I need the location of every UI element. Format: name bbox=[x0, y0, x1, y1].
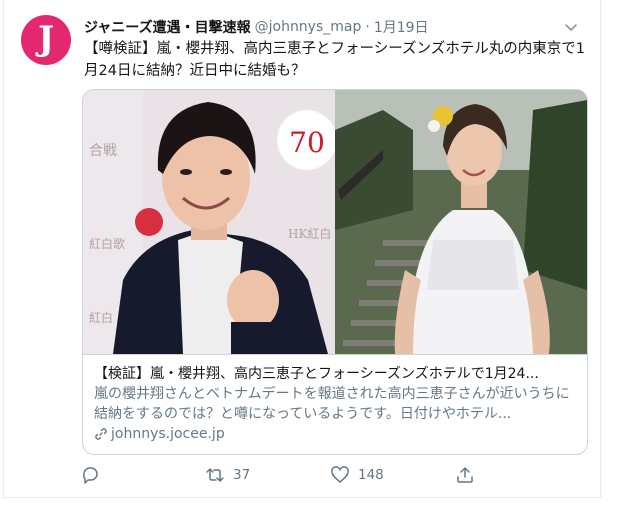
share-button[interactable] bbox=[455, 465, 580, 485]
card-image[interactable]: 70 合戦 紅白歌 紅白 HK紅白 bbox=[83, 90, 587, 354]
card-link-text: johnnys.jocee.jp bbox=[111, 426, 225, 442]
share-icon bbox=[457, 467, 473, 483]
card-body[interactable]: 【検証】嵐・櫻井翔、高内三恵子とフォーシーズンズホテルで1月24... 嵐の櫻井… bbox=[83, 354, 587, 454]
backdrop-text-4: HK紅白 bbox=[288, 226, 331, 241]
avatar[interactable]: J bbox=[21, 15, 71, 65]
separator-dot: · bbox=[365, 19, 370, 35]
tweet-header: ジャニーズ遭遇・目撃速報 @johnnys_map · 1月19日 bbox=[84, 16, 580, 38]
author-handle[interactable]: @johnnys_map bbox=[255, 19, 362, 35]
tweet[interactable]: J ジャニーズ遭遇・目撃速報 @johnnys_map · 1月19日 【噂検証… bbox=[3, 0, 601, 498]
link-icon bbox=[95, 428, 107, 440]
link-card[interactable]: 70 合戦 紅白歌 紅白 HK紅白 【検証】嵐・櫻井翔、高内三恵子とフォーシーズ… bbox=[82, 89, 588, 455]
badge-number: 70 bbox=[289, 126, 325, 159]
action-bar: 37 148 bbox=[80, 464, 580, 486]
card-description: 嵐の櫻井翔さんとベトナムデートを報道された高内三恵子さんが近いうちに結納をするの… bbox=[94, 386, 570, 422]
retweet-button[interactable]: 37 bbox=[205, 465, 330, 485]
tweet-text: 【噂検証】嵐・櫻井翔、高内三恵子とフォーシーズンズホテル丸の内東京で1月24日に… bbox=[84, 41, 585, 79]
like-button[interactable]: 148 bbox=[330, 465, 455, 485]
like-icon bbox=[331, 466, 349, 483]
avatar-letter: J bbox=[37, 19, 55, 59]
author-name[interactable]: ジャニーズ遭遇・目撃速報 bbox=[84, 17, 251, 37]
backdrop-text-2: 紅白歌 bbox=[89, 236, 125, 251]
card-title: 【検証】嵐・櫻井翔、高内三恵子とフォーシーズンズホテルで1月24... bbox=[94, 366, 539, 382]
backdrop-text-1: 合戦 bbox=[89, 143, 117, 159]
retweet-icon bbox=[206, 468, 224, 482]
tweet-date[interactable]: 1月19日 bbox=[374, 17, 429, 37]
like-count: 148 bbox=[358, 467, 384, 483]
backdrop-text-3: 紅白 bbox=[89, 310, 113, 325]
retweet-count: 37 bbox=[233, 467, 251, 483]
reply-button[interactable] bbox=[80, 465, 205, 485]
reply-icon bbox=[83, 467, 98, 484]
chevron-down-icon[interactable] bbox=[562, 18, 580, 36]
card-link[interactable]: johnnys.jocee.jp bbox=[94, 424, 576, 444]
